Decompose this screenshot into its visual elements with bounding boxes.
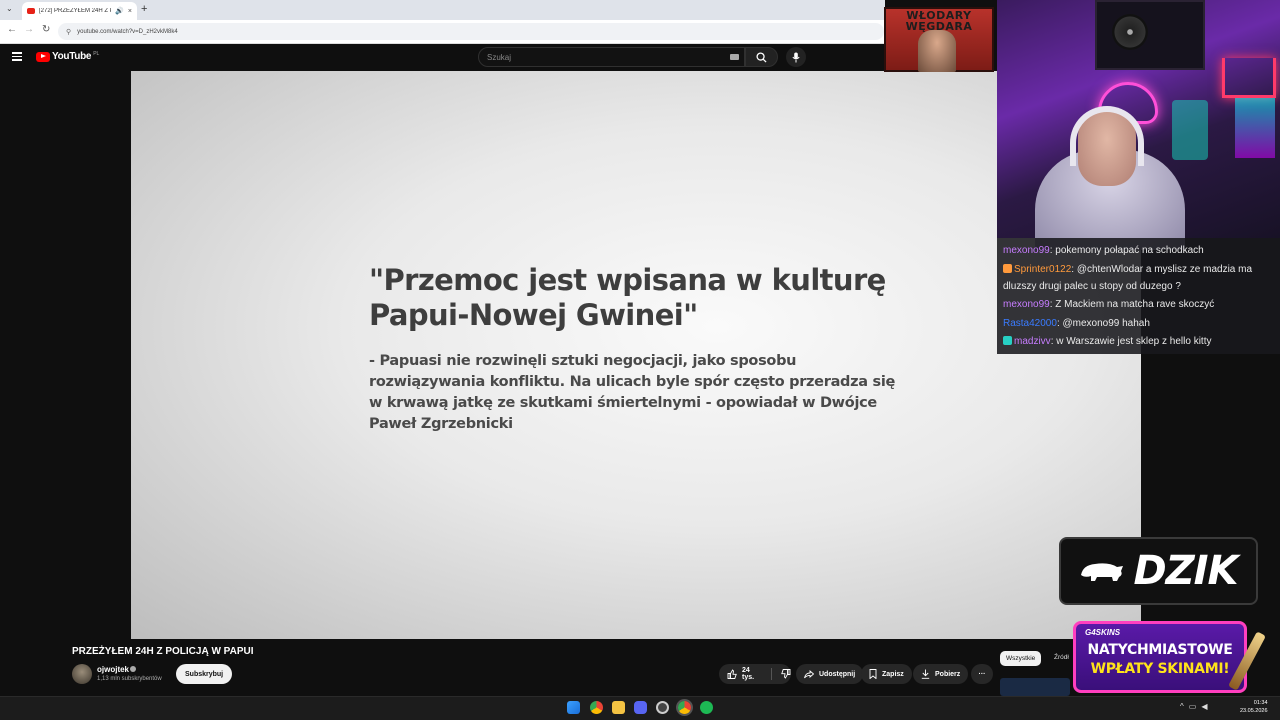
microphone-icon (792, 52, 800, 62)
search-icon (756, 51, 767, 63)
thumbs-up-icon (727, 669, 737, 679)
chat-username[interactable]: madzivv (1014, 336, 1051, 347)
url-text[interactable]: youtube.com/watch?v=D_zH2vkM8k4 (77, 29, 178, 35)
hamburger-menu-icon[interactable] (12, 52, 22, 61)
chat-message: Rasta42000: @mexono99 hahah (1003, 315, 1277, 332)
system-tray[interactable]: ^ ▭ ◀ (1180, 702, 1207, 711)
clock-time: 01:34 (1253, 700, 1268, 706)
dislike-button[interactable] (781, 669, 791, 679)
chat-badge-icon (1003, 336, 1012, 345)
video-title: PRZEŻYŁEM 24H Z POLICJĄ W PAPUI (72, 646, 254, 657)
more-icon: ··· (978, 670, 986, 678)
like-count: 24 tys. (742, 667, 755, 681)
keyboard-icon[interactable] (730, 54, 739, 60)
chat-badge-icon (1003, 264, 1012, 273)
chat-text: : w Warszawie jest sklep z hello kitty (1050, 336, 1212, 347)
video-player[interactable]: "Przemoc jest wpisana w kulturę Papui-No… (131, 71, 1141, 639)
share-icon (804, 669, 814, 678)
browser-tab-active[interactable]: [272] PRZEŻYŁEM 24H Z POLICJĄ W PAPUI 🔊 … (22, 2, 137, 20)
file-explorer-icon[interactable] (612, 701, 625, 714)
channel-avatar[interactable] (72, 664, 92, 684)
subscriber-count: 1,13 mln subskrybentów (97, 676, 162, 682)
recommended-video-thumbnail[interactable] (1000, 678, 1070, 696)
search-input[interactable] (487, 52, 727, 62)
volume-icon[interactable]: ◀ (1201, 702, 1207, 711)
youtube-wordmark: YouTube (52, 51, 92, 62)
chat-message: mexono99: Z Mackiem na matcha rave skocz… (1003, 296, 1277, 313)
youtube-play-icon (36, 51, 50, 62)
start-icon[interactable] (567, 701, 580, 714)
chat-text: : @chtenWlodar a myslisz ze madzia ma (1071, 264, 1253, 275)
chat-username[interactable]: mexono99 (1003, 299, 1050, 310)
close-tab-icon[interactable]: × (128, 8, 132, 15)
chrome-icon[interactable] (590, 701, 603, 714)
chat-message-continuation: dluzszy drugi palec u stopy od duzego ? (1003, 281, 1181, 292)
dzik-sponsor-logo: DZIK (1059, 537, 1258, 605)
search-box[interactable] (478, 47, 745, 67)
region-code: PL (93, 50, 100, 57)
chat-text: : pokemony połapać na schodkach (1049, 245, 1204, 256)
like-dislike-group: 24 tys. (719, 664, 791, 684)
channel-name[interactable]: ojwojtek (97, 665, 129, 674)
more-actions-button[interactable]: ··· (971, 664, 993, 684)
new-tab-button[interactable]: + (141, 3, 147, 15)
reload-icon[interactable]: ↻ (42, 24, 50, 35)
chat-username[interactable]: Rasta42000 (1003, 318, 1057, 329)
promo-line-1: NATYCHMIASTOWE (1087, 642, 1233, 658)
site-info-icon[interactable]: ⚲ (66, 28, 71, 36)
tab-title: [272] PRZEŻYŁEM 24H Z POLICJĄ W PAPUI (39, 8, 111, 14)
thumbs-down-icon (781, 669, 791, 679)
neon-house-sign (1222, 58, 1276, 98)
download-button[interactable]: Pobierz (913, 664, 969, 684)
tab-list-icon[interactable]: ⌄ (6, 4, 13, 13)
badge-character-figure (918, 30, 956, 72)
chat-username[interactable]: mexono99 (1003, 245, 1050, 256)
share-label: Udostępnij (819, 670, 856, 678)
obs-icon[interactable] (656, 701, 669, 714)
save-label: Zapisz (882, 670, 904, 678)
verified-check-icon (130, 666, 136, 672)
voice-search-button[interactable] (786, 47, 806, 67)
chat-message: madzivv: w Warszawie jest sklep z hello … (1003, 333, 1277, 350)
like-divider (771, 668, 772, 680)
youtube-favicon-icon (27, 8, 35, 14)
clock-date: 23.05.2026 (1240, 708, 1268, 714)
rgb-pc-case (1235, 98, 1275, 158)
share-button[interactable]: Udostępnij (796, 664, 864, 684)
network-icon[interactable]: ▭ (1189, 702, 1197, 711)
back-icon[interactable]: ← (7, 24, 17, 35)
boar-icon (1081, 563, 1124, 581)
bookmark-icon (869, 669, 877, 679)
chat-message: Sprinter0122: @chtenWlodar a myslisz ze … (1003, 261, 1277, 278)
forward-icon[interactable]: → (24, 24, 34, 35)
dzik-wordmark: DZIK (1133, 548, 1238, 594)
chrome-active-icon[interactable] (678, 701, 691, 714)
quote-body: - Papuasi nie rozwinęli sztuki negocjacj… (369, 353, 896, 432)
vinyl-record-decoration (1112, 14, 1148, 50)
monitor-glow (1172, 100, 1208, 160)
promo-brand: G4SKINS (1085, 628, 1121, 637)
omnibox[interactable]: ⚲ youtube.com/watch?v=D_zH2vkM8k4 (58, 23, 884, 40)
discord-icon[interactable] (634, 701, 647, 714)
badge-text: WŁODARY WĘGDARA (905, 9, 973, 33)
save-button[interactable]: Zapisz (861, 664, 912, 684)
youtube-logo[interactable]: YouTube PL (36, 51, 99, 62)
tray-chevron-icon[interactable]: ^ (1180, 702, 1184, 711)
subscribe-button[interactable]: Subskrybuj (176, 664, 233, 684)
like-button[interactable]: 24 tys. (727, 667, 762, 681)
search-button[interactable] (745, 47, 778, 67)
speaker-icon[interactable]: 🔊 (115, 7, 124, 15)
chat-username[interactable]: Sprinter0122 (1014, 264, 1071, 275)
chat-text: : Z Mackiem na matcha rave skoczyć (1049, 299, 1215, 310)
promo-line-2: WPŁATY SKINAMI! (1090, 661, 1230, 677)
chat-text: : @mexono99 hahah (1056, 318, 1150, 329)
spotify-icon[interactable] (700, 701, 713, 714)
download-icon (921, 669, 930, 679)
chat-message: mexono99: pokemony połapać na schodkach (1003, 242, 1277, 259)
download-label: Pobierz (935, 670, 961, 678)
filter-chip-source[interactable]: Źródł (1054, 654, 1069, 661)
filter-chip-all[interactable]: Wszystkie (1000, 651, 1042, 666)
taskbar-clock[interactable]: 01:34 23.05.2026 (1240, 699, 1268, 715)
quote-headline: "Przemoc jest wpisana w kulturę Papui-No… (369, 263, 886, 332)
